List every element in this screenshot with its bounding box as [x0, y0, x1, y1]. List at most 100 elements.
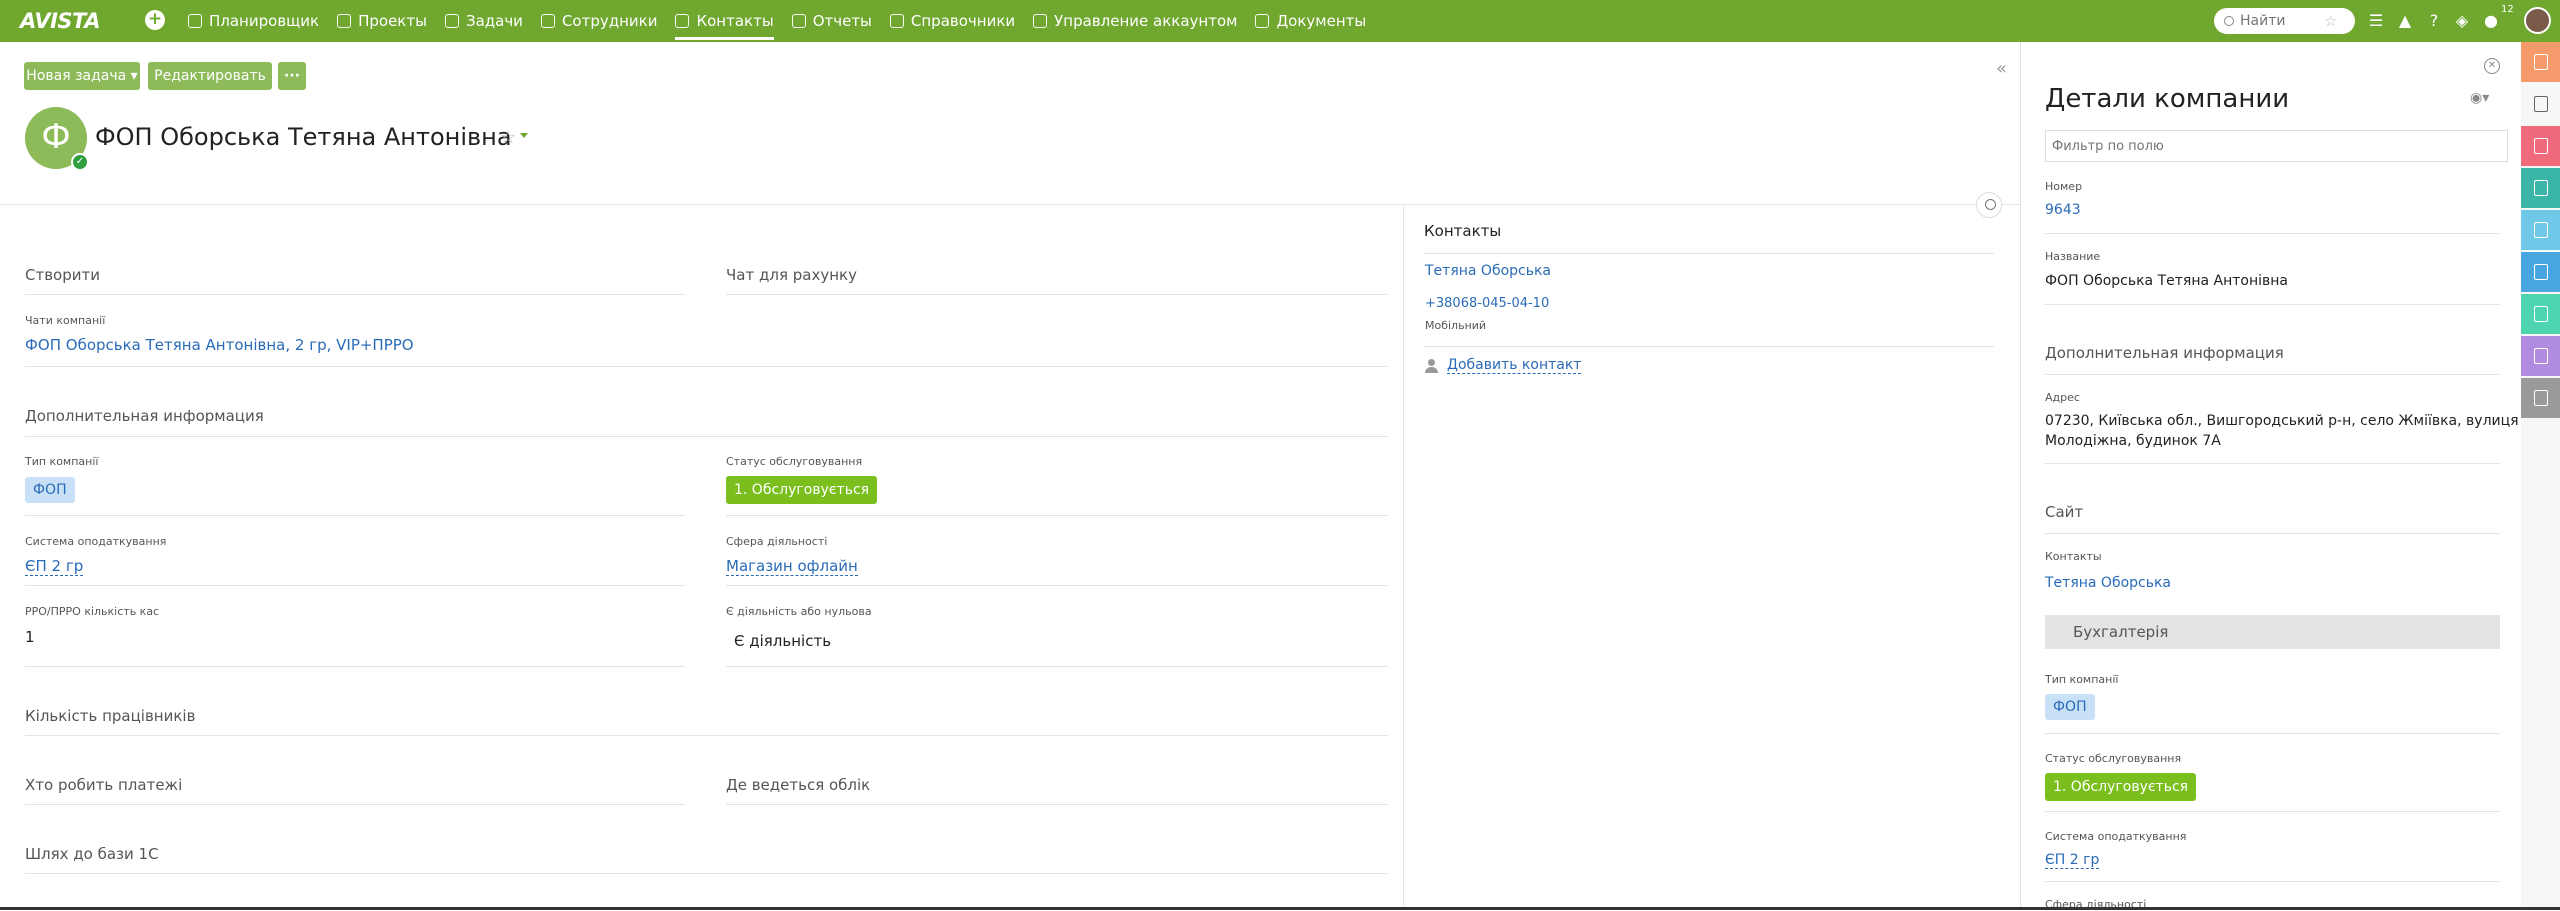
details-company-type-label: Тип компанії: [2045, 673, 2119, 686]
strip-comments[interactable]: [2521, 42, 2560, 82]
main-nav: Планировщик Проекты Задачи Сотрудники Ко…: [188, 0, 1384, 42]
nav-item-employees[interactable]: Сотрудники: [540, 0, 657, 42]
strip-pin[interactable]: [2521, 84, 2560, 124]
pin-board-icon: [2533, 96, 2548, 112]
new-task-button[interactable]: Новая задача ▾: [24, 62, 140, 90]
menu-icon[interactable]: ☰: [2366, 11, 2386, 30]
activity-sphere-link[interactable]: Магазин офлайн: [726, 557, 858, 576]
company-avatar: Ф ✓: [25, 107, 89, 171]
avista-logo[interactable]: AVISTA: [20, 9, 100, 33]
more-actions-button[interactable]: ···: [278, 62, 306, 90]
details-contacts-label: Контакты: [2045, 550, 2102, 563]
chat-icon: [2533, 390, 2548, 406]
mail-icon: [2533, 180, 2548, 196]
account-icon: [1033, 14, 1048, 28]
user-avatar[interactable]: [2524, 7, 2551, 34]
details-tax-system-label: Система оподаткування: [2045, 830, 2187, 843]
address-label: Адрес: [2045, 391, 2080, 404]
edit-button[interactable]: Редактировать: [148, 62, 272, 90]
tax-system-link[interactable]: ЄП 2 гр: [25, 557, 84, 576]
document-icon: [2533, 222, 2548, 238]
nav-item-planner[interactable]: Планировщик: [188, 0, 319, 42]
strip-mail[interactable]: [2521, 168, 2560, 208]
strip-tasks[interactable]: [2521, 126, 2560, 166]
header-divider: [0, 204, 2020, 205]
divider: [1424, 253, 1994, 254]
strip-notes[interactable]: [2521, 252, 2560, 292]
pin-icon[interactable]: ▲: [2395, 11, 2415, 30]
nav-item-references[interactable]: Справочники: [889, 0, 1015, 42]
visibility-eye-icon[interactable]: ◉▾: [2470, 90, 2489, 106]
strip-chat[interactable]: [2521, 378, 2560, 418]
comment-icon: [2533, 54, 2548, 70]
company-chats-link[interactable]: ФОП Оборська Тетяна Антонівна, 2 гр, VIP…: [25, 336, 414, 354]
divider: [25, 294, 685, 295]
rro-count-label: РРО/ПРРО кількість кас: [25, 605, 160, 618]
divider: [25, 515, 685, 516]
nav-item-tasks[interactable]: Задачи: [444, 0, 523, 42]
strip-keys[interactable]: [2521, 294, 2560, 334]
collapse-panel-icon[interactable]: «: [1996, 58, 2007, 79]
details-contact-link[interactable]: Тетяна Оборська: [2045, 575, 2171, 591]
global-search[interactable]: ☆: [2214, 8, 2355, 34]
nav-item-documents[interactable]: Документы: [1255, 0, 1366, 42]
divider: [2045, 733, 2500, 734]
contact-phone-link[interactable]: +38068-045-04-10: [1425, 296, 1549, 311]
divider: [25, 366, 1388, 367]
name-value: ФОП Оборська Тетяна Антонівна: [2045, 273, 2288, 289]
number-link[interactable]: 9643: [2045, 202, 2081, 218]
divider: [25, 436, 1388, 437]
divider: [2045, 811, 2500, 812]
verified-check-icon: ✓: [71, 153, 89, 171]
search-icon: [2224, 16, 2234, 26]
nav-item-account[interactable]: Управление аккаунтом: [1033, 0, 1237, 42]
close-icon[interactable]: ✕: [2484, 58, 2500, 74]
tasks-icon: [444, 14, 459, 28]
divider: [726, 804, 1388, 805]
activity-or-zero-label: Є діяльність або нульова: [726, 605, 872, 618]
number-label: Номер: [2045, 180, 2083, 193]
divider: [25, 873, 1388, 874]
activity-sphere-label: Сфера діяльності: [726, 535, 828, 548]
divider: [25, 804, 685, 805]
strip-analytics[interactable]: [2521, 336, 2560, 376]
chevron-down-icon[interactable]: [520, 133, 528, 138]
divider: [726, 294, 1388, 295]
company-type-tag: ФОП: [25, 477, 75, 503]
layers-icon[interactable]: ◈: [2452, 11, 2472, 30]
projects-icon: [337, 14, 352, 28]
notification-count: 12: [2501, 4, 2514, 15]
add-contact-link[interactable]: Добавить контакт: [1447, 357, 1582, 374]
search-fields-icon[interactable]: [1976, 192, 2002, 218]
user-icon[interactable]: ●: [2481, 11, 2501, 30]
strip-documents[interactable]: [2521, 210, 2560, 250]
key-icon: [2533, 306, 2548, 322]
address-line-2: Молодіжна, будинок 7А: [2045, 433, 2221, 449]
section-chat-for-invoice: Чат для рахунку: [726, 266, 857, 284]
nav-item-reports[interactable]: Отчеты: [791, 0, 872, 42]
field-filter-input[interactable]: [2045, 130, 2508, 162]
page-title: ФОП Оборська Тетяна Антонівна: [95, 123, 512, 151]
rro-count-value: 1: [25, 628, 35, 646]
search-input[interactable]: [2240, 13, 2320, 29]
divider: [25, 585, 685, 586]
references-icon: [889, 14, 904, 28]
details-tax-system-link[interactable]: ЄП 2 гр: [2045, 852, 2100, 869]
nav-item-projects[interactable]: Проекты: [337, 0, 427, 42]
favorites-star-icon[interactable]: ☆: [2324, 12, 2337, 30]
nav-item-contacts[interactable]: Контакты: [675, 0, 774, 42]
contact-name-link[interactable]: Тетяна Оборська: [1425, 263, 1551, 279]
documents-icon: [1255, 14, 1270, 28]
accounting-group-header[interactable]: Бухгалтерія: [2045, 615, 2500, 649]
divider: [2045, 304, 2500, 305]
details-additional-info: Дополнительная информация: [2045, 344, 2284, 362]
divider: [2045, 881, 2500, 882]
section-employees-count: Кількість працівників: [25, 707, 196, 725]
quick-add-button[interactable]: +: [145, 10, 165, 30]
help-icon[interactable]: ?: [2424, 11, 2444, 30]
company-type-label: Тип компанії: [25, 455, 99, 468]
service-status-label: Статус обслуговування: [726, 455, 863, 468]
favorite-star-icon[interactable]: ☆: [500, 127, 516, 148]
divider: [1424, 346, 1994, 347]
tax-system-label: Система оподаткування: [25, 535, 167, 548]
